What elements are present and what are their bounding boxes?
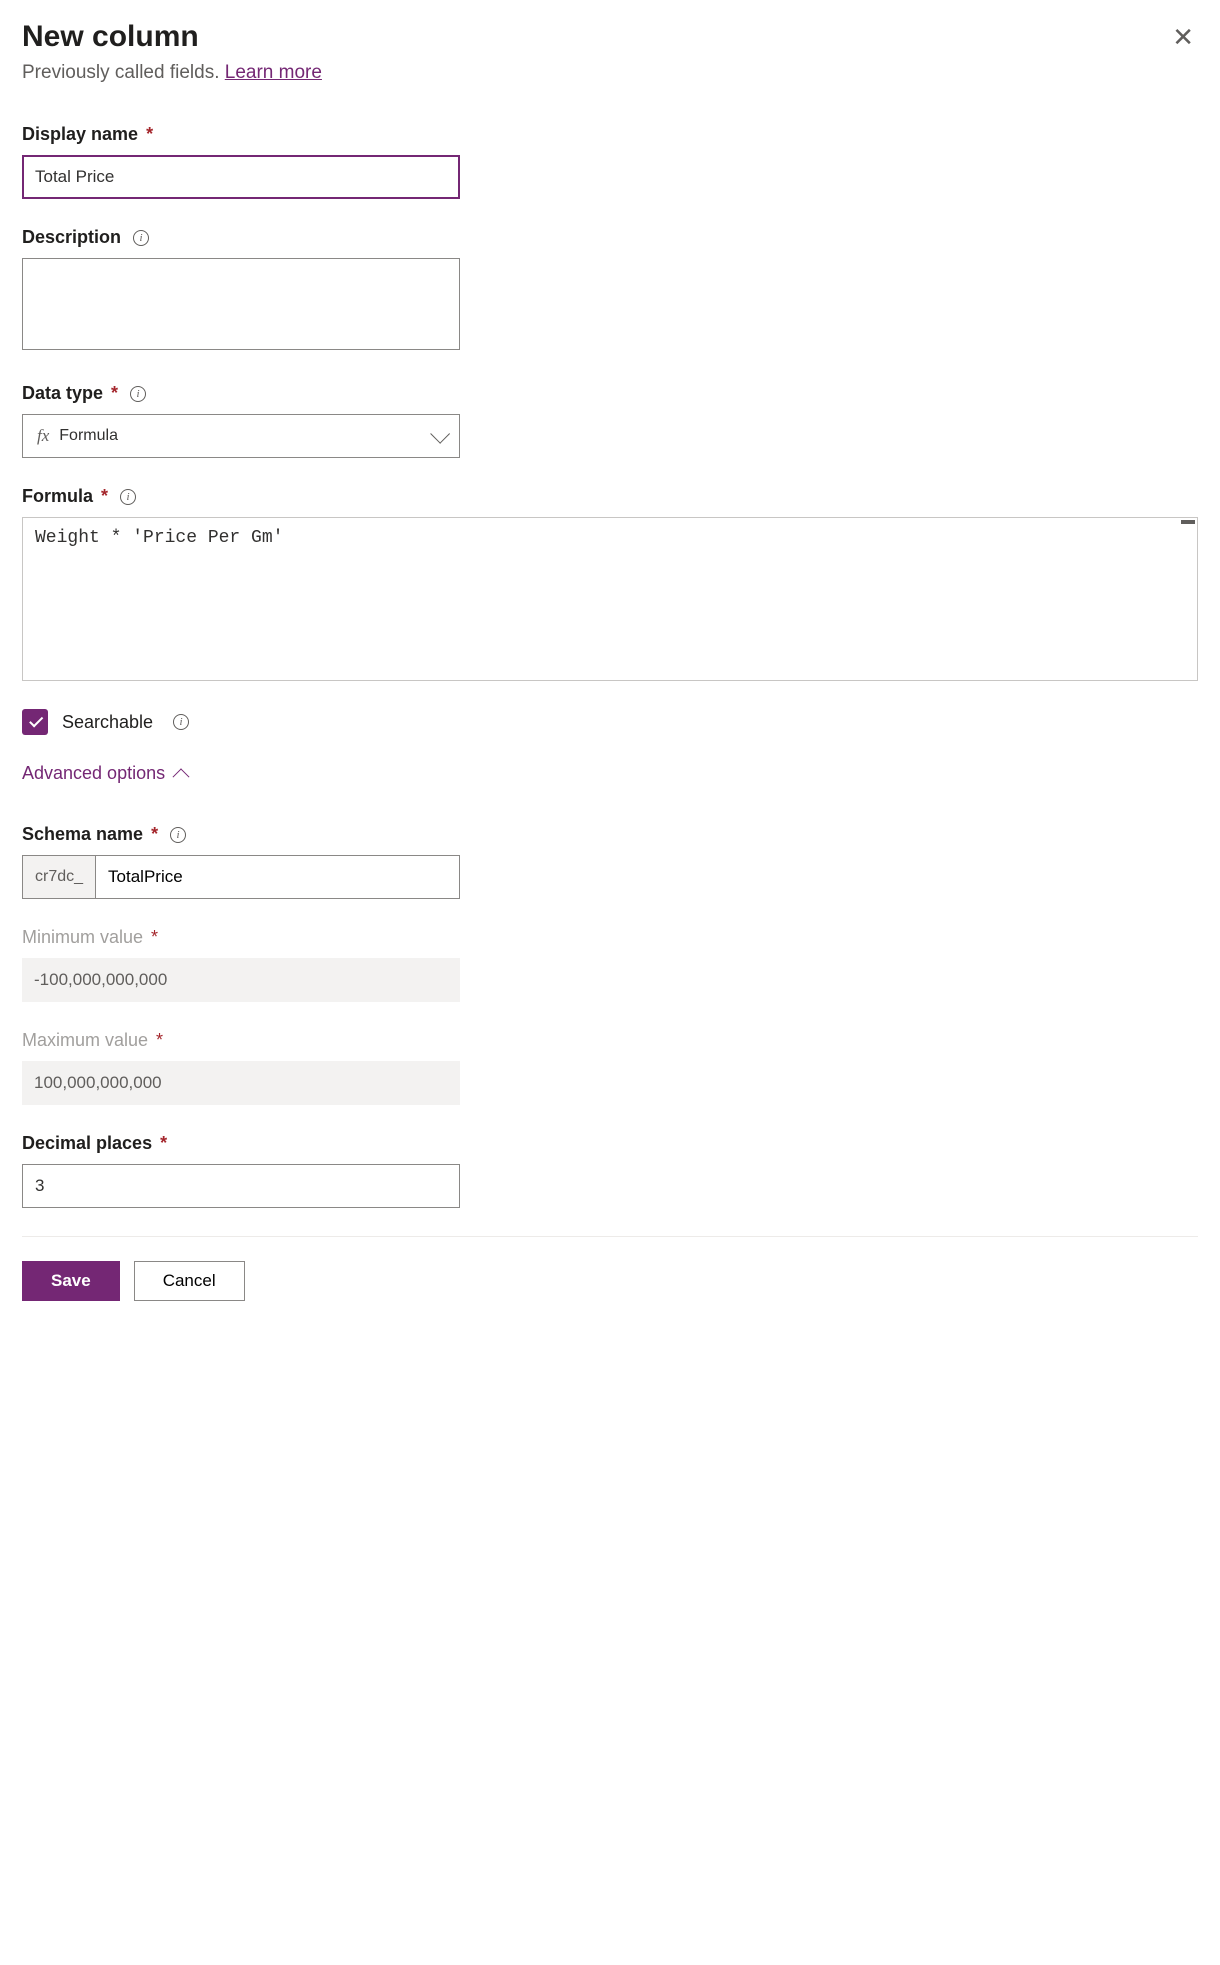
- description-label: Description i: [22, 227, 1198, 248]
- schema-name-input-group: cr7dc_: [22, 855, 460, 899]
- info-icon[interactable]: i: [133, 230, 149, 246]
- schema-name-label: Schema name* i: [22, 824, 1198, 845]
- fx-icon: fx: [37, 426, 49, 446]
- panel-title: New column: [22, 20, 199, 54]
- schema-name-input[interactable]: [96, 856, 459, 898]
- info-icon[interactable]: i: [120, 489, 136, 505]
- scrollbar-indicator: [1181, 520, 1195, 524]
- panel-subtitle: Previously called fields. Learn more: [22, 62, 1198, 84]
- close-button[interactable]: ✕: [1168, 20, 1198, 54]
- minimum-value-label: Minimum value*: [22, 927, 1198, 948]
- data-type-select[interactable]: fx Formula: [22, 414, 460, 458]
- cancel-button[interactable]: Cancel: [134, 1261, 245, 1301]
- save-button[interactable]: Save: [22, 1261, 120, 1301]
- searchable-label: Searchable: [62, 712, 153, 733]
- checkmark-icon: [29, 713, 43, 727]
- formula-content: Weight * 'Price Per Gm': [35, 528, 1185, 548]
- info-icon[interactable]: i: [170, 827, 186, 843]
- display-name-input[interactable]: [22, 155, 460, 199]
- chevron-up-icon: [173, 768, 190, 785]
- data-type-value: Formula: [59, 427, 118, 445]
- chevron-down-icon: [430, 424, 450, 444]
- description-input[interactable]: [22, 258, 460, 350]
- formula-editor[interactable]: Weight * 'Price Per Gm': [22, 517, 1198, 681]
- minimum-value-input: [22, 958, 460, 1002]
- footer: Save Cancel: [22, 1236, 1198, 1301]
- decimal-places-label: Decimal places*: [22, 1133, 1198, 1154]
- formula-label: Formula* i: [22, 486, 1198, 507]
- maximum-value-input: [22, 1061, 460, 1105]
- data-type-label: Data type* i: [22, 383, 1198, 404]
- display-name-label: Display name*: [22, 124, 1198, 145]
- maximum-value-label: Maximum value*: [22, 1030, 1198, 1051]
- learn-more-link[interactable]: Learn more: [225, 62, 322, 83]
- decimal-places-input[interactable]: [22, 1164, 460, 1208]
- subtitle-text: Previously called fields.: [22, 62, 225, 83]
- info-icon[interactable]: i: [173, 714, 189, 730]
- info-icon[interactable]: i: [130, 386, 146, 402]
- advanced-options-toggle[interactable]: Advanced options: [22, 763, 1198, 784]
- searchable-checkbox[interactable]: [22, 709, 48, 735]
- schema-prefix: cr7dc_: [23, 856, 96, 898]
